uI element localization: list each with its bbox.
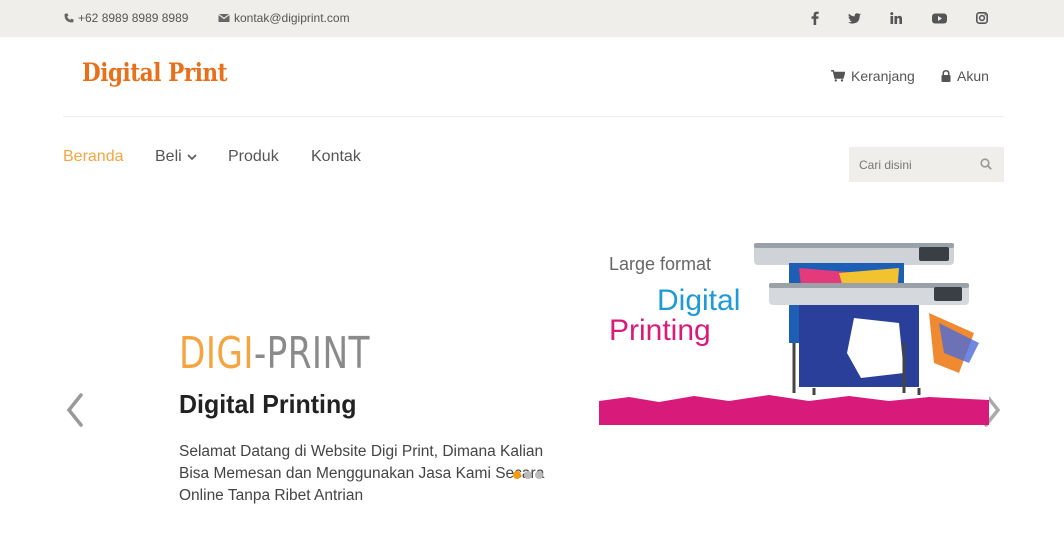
banner-line1: Large format bbox=[609, 254, 711, 274]
header-divider bbox=[63, 116, 1004, 117]
cart-link[interactable]: Keranjang bbox=[831, 68, 915, 84]
email-address: kontak@digiprint.com bbox=[234, 11, 350, 25]
facebook-icon[interactable] bbox=[806, 10, 824, 26]
chevron-left-icon bbox=[66, 393, 83, 427]
phone-number: +62 8989 8989 8989 bbox=[78, 11, 189, 25]
slide-banner-image: Large format Digital Printing bbox=[599, 213, 989, 425]
nav-item-beranda[interactable]: Beranda bbox=[63, 148, 124, 166]
lock-icon bbox=[941, 70, 951, 82]
search-icon[interactable] bbox=[980, 158, 992, 170]
nav-item-beli-label: Beli bbox=[155, 148, 182, 165]
envelope-icon bbox=[218, 13, 230, 22]
nav-item-kontak[interactable]: Kontak bbox=[311, 148, 361, 166]
youtube-icon[interactable] bbox=[930, 10, 948, 26]
banner-magenta-strip bbox=[599, 395, 989, 425]
phone-icon bbox=[64, 13, 74, 23]
search-input[interactable] bbox=[849, 147, 969, 182]
instagram-icon[interactable] bbox=[973, 10, 991, 26]
slider-dots bbox=[513, 471, 546, 479]
slide-brand: DIGI-PRINT bbox=[179, 328, 370, 379]
slide-brand-part2: -PRINT bbox=[253, 328, 370, 379]
slide-description: Selamat Datang di Website Digi Print, Di… bbox=[179, 443, 545, 504]
email-contact[interactable]: kontak@digiprint.com bbox=[218, 11, 350, 25]
printer-illustration bbox=[754, 243, 979, 395]
twitter-icon[interactable] bbox=[845, 10, 863, 26]
banner-line2: Digital bbox=[657, 284, 740, 317]
top-bar: +62 8989 8989 8989 kontak@digiprint.com bbox=[0, 0, 1064, 37]
slider-dot-3[interactable] bbox=[535, 471, 543, 479]
chevron-down-icon bbox=[187, 153, 197, 160]
slider-prev-button[interactable] bbox=[63, 392, 87, 428]
account-label: Akun bbox=[957, 68, 989, 84]
slider-dot-1[interactable] bbox=[513, 471, 521, 479]
banner-line3: Printing bbox=[609, 314, 711, 347]
banner-artwork: Large format Digital Printing bbox=[599, 243, 989, 425]
nav-item-beli[interactable]: Beli bbox=[155, 148, 197, 166]
cart-label: Keranjang bbox=[851, 68, 915, 84]
account-link[interactable]: Akun bbox=[941, 68, 989, 84]
slide-title: Digital Printing bbox=[179, 389, 357, 419]
shopping-cart-icon bbox=[831, 70, 845, 82]
nav-item-produk[interactable]: Produk bbox=[228, 148, 279, 166]
linkedin-icon[interactable] bbox=[887, 10, 905, 26]
search-box bbox=[849, 147, 1004, 182]
slide-brand-part1: DIGI bbox=[179, 328, 254, 379]
site-logo[interactable]: Digital Print bbox=[82, 58, 228, 87]
slider-dot-2[interactable] bbox=[524, 471, 532, 479]
phone-contact[interactable]: +62 8989 8989 8989 bbox=[64, 11, 188, 25]
